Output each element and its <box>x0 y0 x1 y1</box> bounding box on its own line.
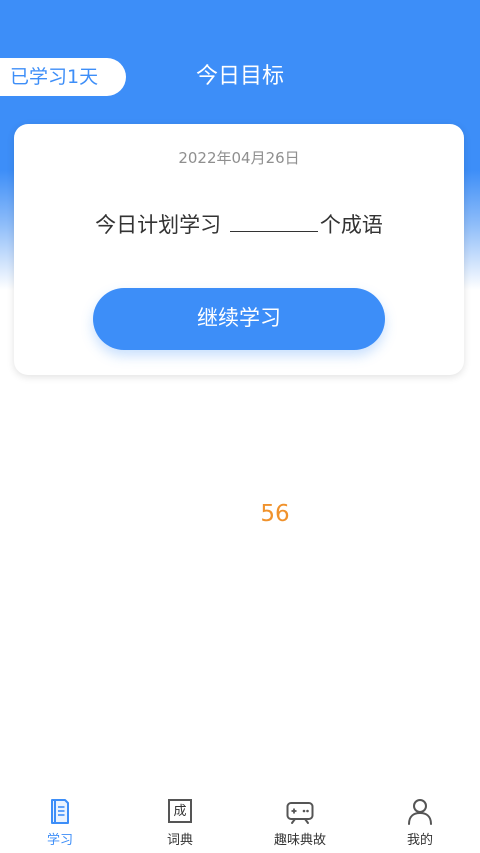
tab-study[interactable]: 学习 <box>0 790 120 853</box>
page-title: 今日目标 <box>195 64 284 89</box>
tab-label-fun-stories: 趣味典故 <box>273 833 326 848</box>
user-icon <box>408 799 432 825</box>
counter-value: 56 <box>260 501 290 527</box>
plan-suffix: 个成语 <box>319 213 383 237</box>
gamepad-icon <box>286 802 314 824</box>
tab-label-profile: 我的 <box>406 833 433 848</box>
dictionary-icon-glyph: 成 <box>168 799 192 823</box>
plan-prefix: 今日计划学习 <box>95 213 222 237</box>
plan-sentence: 今日计划学习 个成语 <box>14 208 464 240</box>
dictionary-icon: 成 <box>165 796 195 826</box>
bottom-tab-bar: 学习 成 词典 趣味典故 我的 <box>0 790 480 853</box>
tab-profile[interactable]: 我的 <box>360 790 480 853</box>
tab-dictionary[interactable]: 成 词典 <box>120 790 240 853</box>
book-icon <box>51 799 69 824</box>
tab-label-dictionary: 词典 <box>166 833 193 848</box>
plan-count-blank <box>229 208 318 232</box>
daily-goal-card: 2022年04月26日 今日计划学习 个成语 继续学习 <box>14 124 464 375</box>
goal-date: 2022年04月26日 <box>178 149 300 167</box>
tab-fun-stories[interactable]: 趣味典故 <box>240 790 360 853</box>
continue-learning-button[interactable]: 继续学习 <box>93 288 385 350</box>
tab-label-study: 学习 <box>46 833 73 848</box>
app-screen: 已学习1天 今日目标 2022年04月26日 今日计划学习 个成语 继续学习 5… <box>0 0 480 853</box>
studied-days-badge: 已学习1天 <box>0 58 126 96</box>
